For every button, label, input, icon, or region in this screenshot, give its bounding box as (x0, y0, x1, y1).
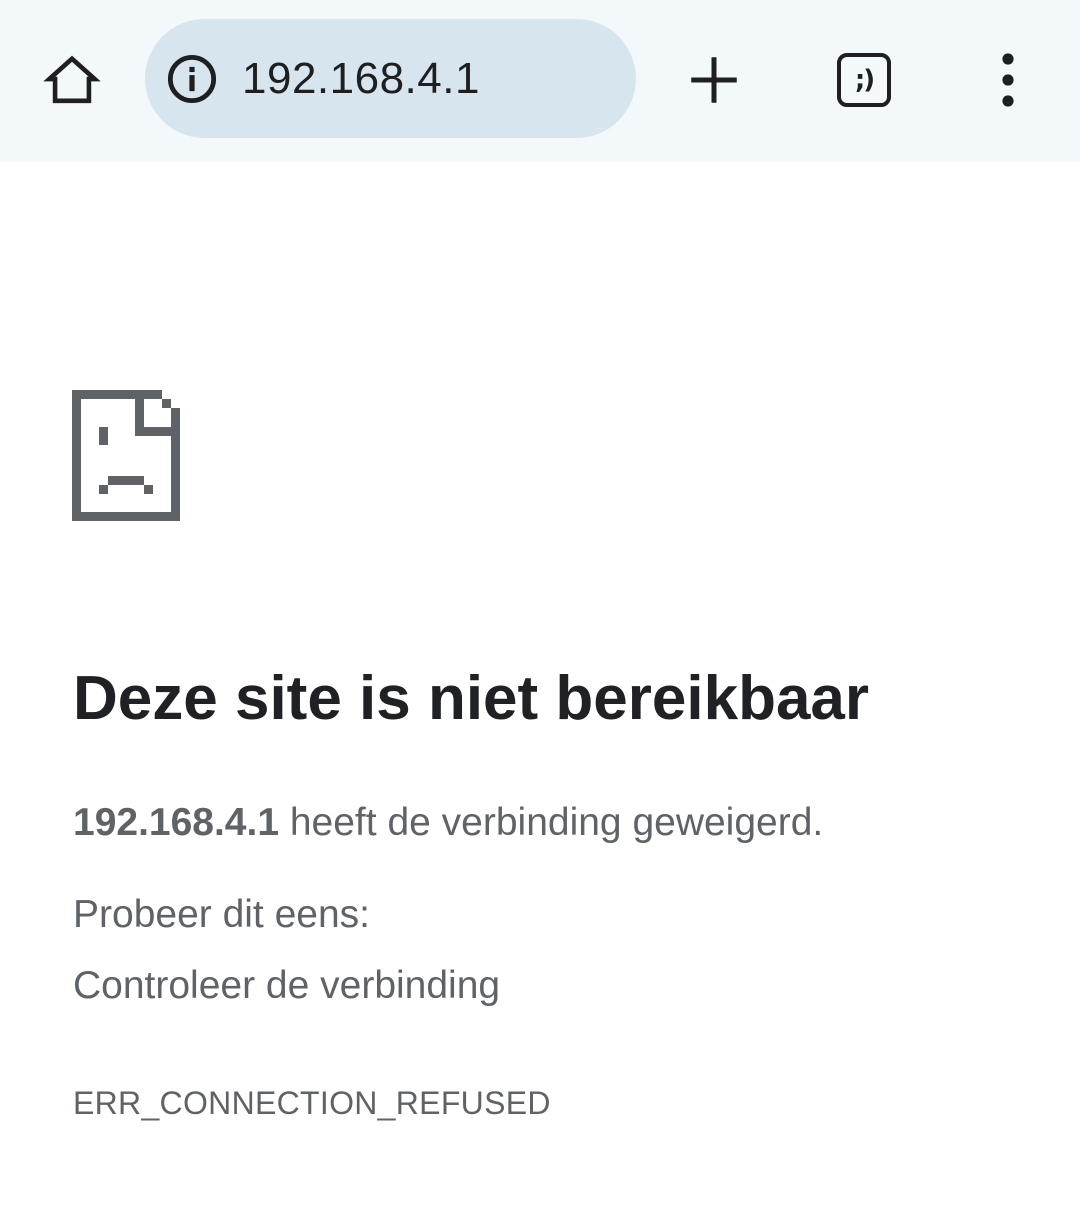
tab-switcher-button[interactable]: ;) (822, 38, 906, 122)
error-host: 192.168.4.1 (73, 801, 280, 844)
browser-toolbar: 192.168.4.1 ;) (0, 0, 1080, 162)
error-code: ERR_CONNECTION_REFUSED (73, 1085, 551, 1121)
error-detail-text: heeft de verbinding geweigerd. (279, 801, 824, 844)
error-title: Deze site is niet bereikbaar (73, 664, 870, 733)
new-tab-button[interactable] (672, 38, 756, 122)
address-text[interactable]: 192.168.4.1 (242, 19, 480, 138)
more-vertical-icon (1002, 53, 1014, 107)
tab-switcher-label: ;) (854, 65, 875, 95)
home-button[interactable] (30, 38, 114, 122)
home-icon (43, 55, 101, 104)
error-detail: 192.168.4.1 heeft de verbinding geweiger… (73, 796, 823, 850)
address-bar[interactable]: 192.168.4.1 (145, 19, 636, 138)
tab-switcher-icon: ;) (837, 53, 891, 107)
plus-icon (691, 57, 737, 103)
menu-button[interactable] (966, 38, 1050, 122)
sad-document-icon (72, 390, 180, 526)
info-icon (167, 54, 217, 104)
suggestion-check-connection: Controleer de verbinding (73, 964, 501, 1007)
site-info-button[interactable] (165, 52, 219, 106)
try-heading: Probeer dit eens: (73, 893, 371, 936)
